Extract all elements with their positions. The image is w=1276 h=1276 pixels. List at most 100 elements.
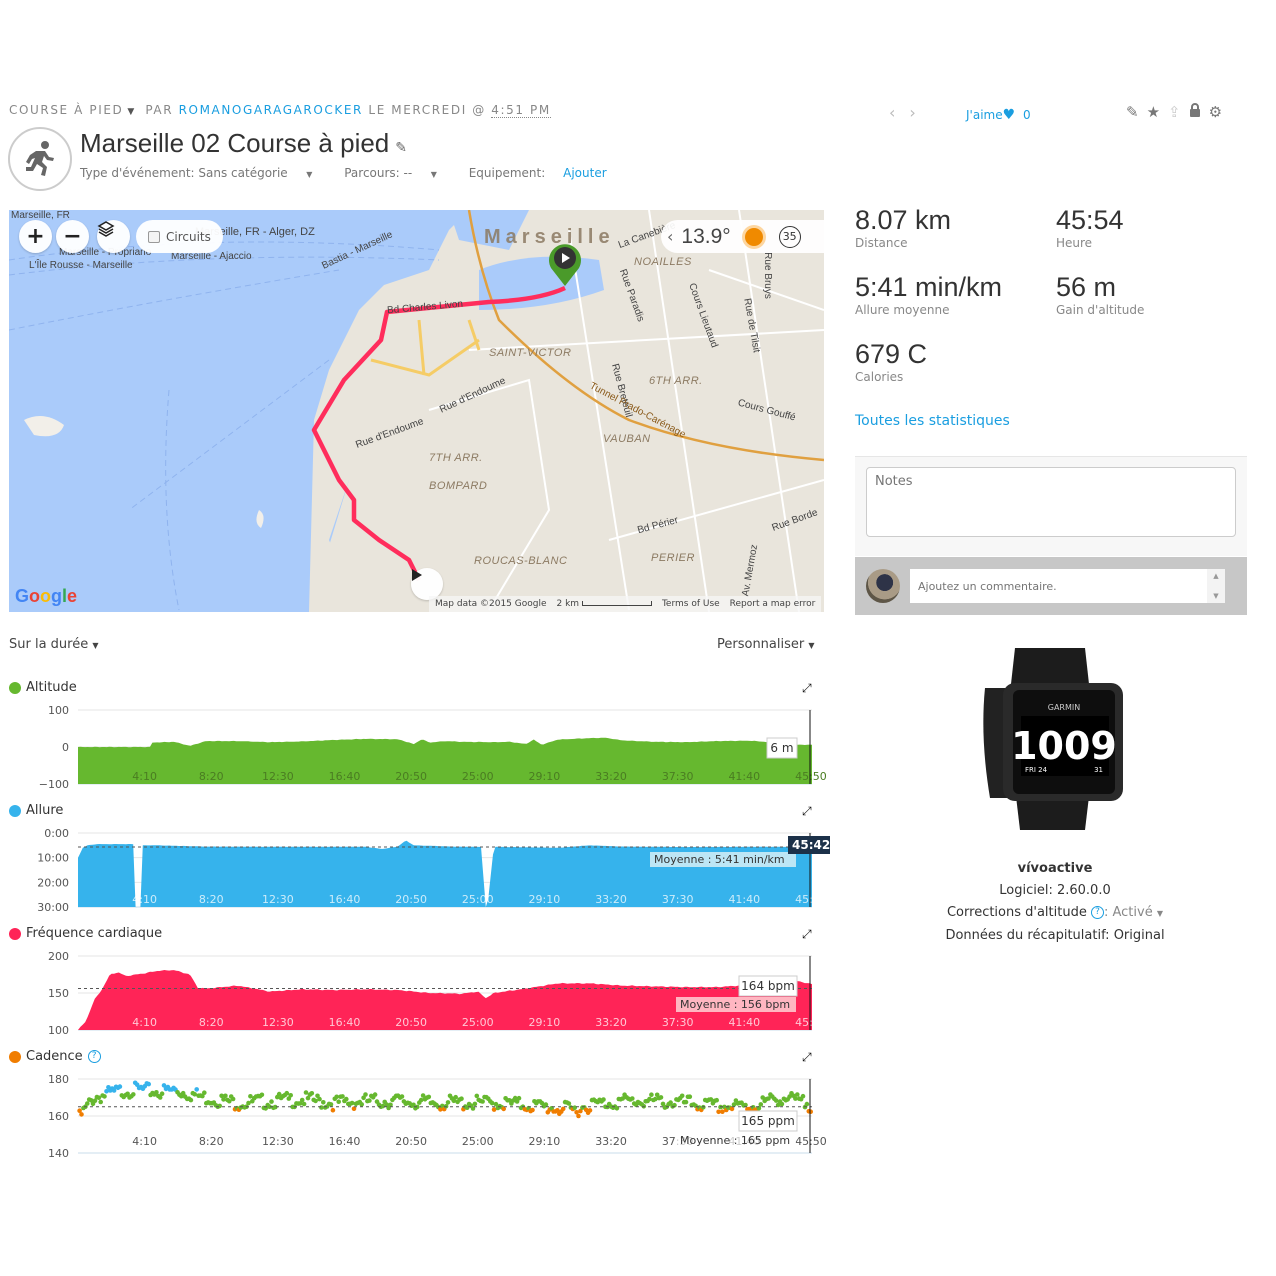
- cadence-expand-icon[interactable]: ⤢: [802, 1050, 812, 1065]
- activity-nav: ‹›: [889, 103, 930, 122]
- comment-scrollbar[interactable]: ▲ ▼: [1207, 569, 1225, 603]
- all-stats-link[interactable]: Toutes les statistiques: [855, 413, 1010, 429]
- x-tick-label: 16:40: [329, 770, 361, 783]
- cadence-point: [372, 1092, 378, 1097]
- cadence-chart-title: Cadence?: [9, 1049, 101, 1064]
- cadence-help-icon[interactable]: ?: [87, 1050, 101, 1063]
- add-equipment-link[interactable]: Ajouter: [563, 166, 607, 180]
- wind-icon: 35: [778, 225, 801, 248]
- cadence-chart[interactable]: 180 160 140 4:10 8:20 12:30 16:40 20:50 25:00 29:…: [0, 1071, 830, 1181]
- circuits-label: Circuits: [166, 229, 211, 244]
- gear-icon[interactable]: ⚙: [1209, 103, 1222, 121]
- x-axis-mode-dropdown[interactable]: Sur la durée ▼: [9, 637, 99, 652]
- cadence-point: [359, 1102, 365, 1107]
- route-map[interactable]: Marseille, FR Marseille, FR - Alger, DZ …: [9, 210, 824, 612]
- cadence-point: [543, 1102, 549, 1107]
- prev-arrow-icon[interactable]: ‹: [889, 103, 909, 122]
- x-tick-label: 12:30: [262, 893, 294, 906]
- heart-rate-legend-dot: [9, 927, 21, 940]
- tooltip-value: 164 bpm: [741, 979, 795, 993]
- user-link[interactable]: ROMANOGARAGAROCKER: [179, 103, 363, 117]
- activity-title[interactable]: Marseille 02 Course à pied: [80, 128, 389, 158]
- cadence-point: [601, 1097, 606, 1102]
- stat-time: 45:54 Heure: [1056, 205, 1124, 250]
- y-tick-label: 0:00: [44, 827, 69, 840]
- device-watch-image: GARMIN 1009 FRI 24 31: [983, 648, 1123, 830]
- y-tick-label: 140: [48, 1147, 69, 1160]
- event-type-dropdown[interactable]: Type d'événement: Sans catégorie ▼: [80, 166, 326, 180]
- heart-rate-chart[interactable]: 200 150 100 4:10 8:20 12:30 16:40 20:50 25:00 29:…: [0, 948, 830, 1058]
- layers-button[interactable]: [97, 220, 130, 253]
- cadence-point: [194, 1087, 199, 1092]
- cadence-point: [299, 1097, 305, 1103]
- heart-rate-expand-icon[interactable]: ⤢: [802, 927, 812, 942]
- cadence-point: [572, 1105, 577, 1110]
- cadence-point: [453, 1094, 459, 1100]
- summary-data: Données du récapitulatif: Original: [945, 928, 1165, 943]
- cadence-point: [804, 1101, 810, 1107]
- help-icon[interactable]: ?: [1090, 906, 1104, 919]
- zoom-in-button[interactable]: +: [19, 220, 52, 253]
- stat-value: 679 C: [855, 339, 928, 369]
- x-tick-label: 33:20: [595, 770, 627, 783]
- share-icon[interactable]: ⇪: [1168, 103, 1181, 121]
- stat-value: 5:41 min/km: [855, 272, 1003, 302]
- device-software: Logiciel: 2.60.0.0: [999, 883, 1111, 898]
- next-arrow-icon[interactable]: ›: [909, 103, 929, 122]
- cadence-point: [188, 1097, 194, 1103]
- equipment-label: Equipement:: [468, 166, 546, 180]
- scroll-down-icon[interactable]: ▼: [1213, 592, 1218, 600]
- course-dropdown[interactable]: Parcours: -- ▼: [344, 166, 451, 180]
- caret-down-icon: ▼: [303, 170, 313, 179]
- scroll-up-icon[interactable]: ▲: [1213, 572, 1218, 580]
- star-icon[interactable]: ★: [1147, 103, 1160, 121]
- cadence-point: [317, 1096, 322, 1102]
- sun-icon: [744, 227, 763, 246]
- activity-type-caret-icon[interactable]: ▼: [127, 107, 136, 117]
- like-label: J'aime: [966, 108, 1003, 122]
- cadence-point: [426, 1094, 432, 1100]
- x-tick-label: 33:20: [595, 1135, 627, 1148]
- circuits-checkbox[interactable]: [148, 230, 160, 243]
- lock-icon[interactable]: [1189, 103, 1201, 121]
- x-tick-label: 41:40: [728, 893, 760, 906]
- pace-chart[interactable]: 0:00 10:00 20:00 30:00 4:10 8:20 12:30 16:40 20:…: [0, 825, 830, 935]
- activity-toolbar: ✎ ★ ⇪ ⚙: [1126, 103, 1222, 121]
- temperature: 13.9°: [681, 224, 731, 248]
- x-tick-label: 29:10: [529, 1016, 561, 1029]
- map-scale-label: 2 km: [556, 599, 580, 609]
- customize-dropdown[interactable]: Personnaliser ▼: [717, 637, 815, 652]
- cadence-point: [269, 1099, 274, 1104]
- x-tick-label: 8:20: [199, 770, 224, 783]
- cadence-point: [321, 1100, 326, 1105]
- altitude-chart[interactable]: 100 0 −100 4:10 8:20 12:30 16:40 20:50 25:00 29:1…: [0, 702, 830, 812]
- x-tick-label: 12:30: [262, 1135, 294, 1148]
- edit-title-pencil-icon[interactable]: ✎: [395, 139, 407, 155]
- terms-link[interactable]: Terms of Use: [662, 599, 720, 609]
- altitude-correction-dropdown[interactable]: : Activé ▼: [1104, 905, 1163, 920]
- pencil-icon[interactable]: ✎: [1126, 103, 1139, 121]
- map-label: Marseille, FR: [11, 210, 70, 221]
- chevron-left-icon[interactable]: ‹: [667, 227, 673, 246]
- activity-time[interactable]: 4:51 PM: [491, 103, 551, 118]
- notes-input[interactable]: [866, 467, 1236, 537]
- cadence-point: [516, 1095, 522, 1101]
- comment-input[interactable]: [910, 569, 1225, 603]
- equipment: Equipement: Ajouter: [469, 166, 607, 180]
- stat-label: Calories: [855, 370, 904, 384]
- altitude-expand-icon[interactable]: ⤢: [802, 681, 812, 696]
- y-tick-label: 20:00: [37, 876, 69, 889]
- pace-expand-icon[interactable]: ⤢: [802, 804, 812, 819]
- circuits-toggle[interactable]: Circuits: [136, 220, 223, 253]
- x-tick-label: 4:10: [132, 893, 157, 906]
- report-map-error-link[interactable]: Report a map error: [730, 599, 816, 609]
- like-button[interactable]: J'aime♥ 0: [966, 107, 1031, 127]
- x-tick-label: 16:40: [329, 893, 361, 906]
- scale-bar: [581, 601, 652, 606]
- zoom-out-button[interactable]: −: [56, 220, 89, 253]
- activity-subline: Type d'événement: Sans catégorie ▼ Parco…: [80, 166, 621, 180]
- weather-widget[interactable]: ‹ 13.9° 35: [661, 220, 824, 253]
- map-footer: Map data ©2015 Google 2 km Terms of Use …: [429, 596, 822, 612]
- x-tick-label: 29:10: [529, 1135, 561, 1148]
- activity-type[interactable]: COURSE À PIED: [9, 103, 123, 117]
